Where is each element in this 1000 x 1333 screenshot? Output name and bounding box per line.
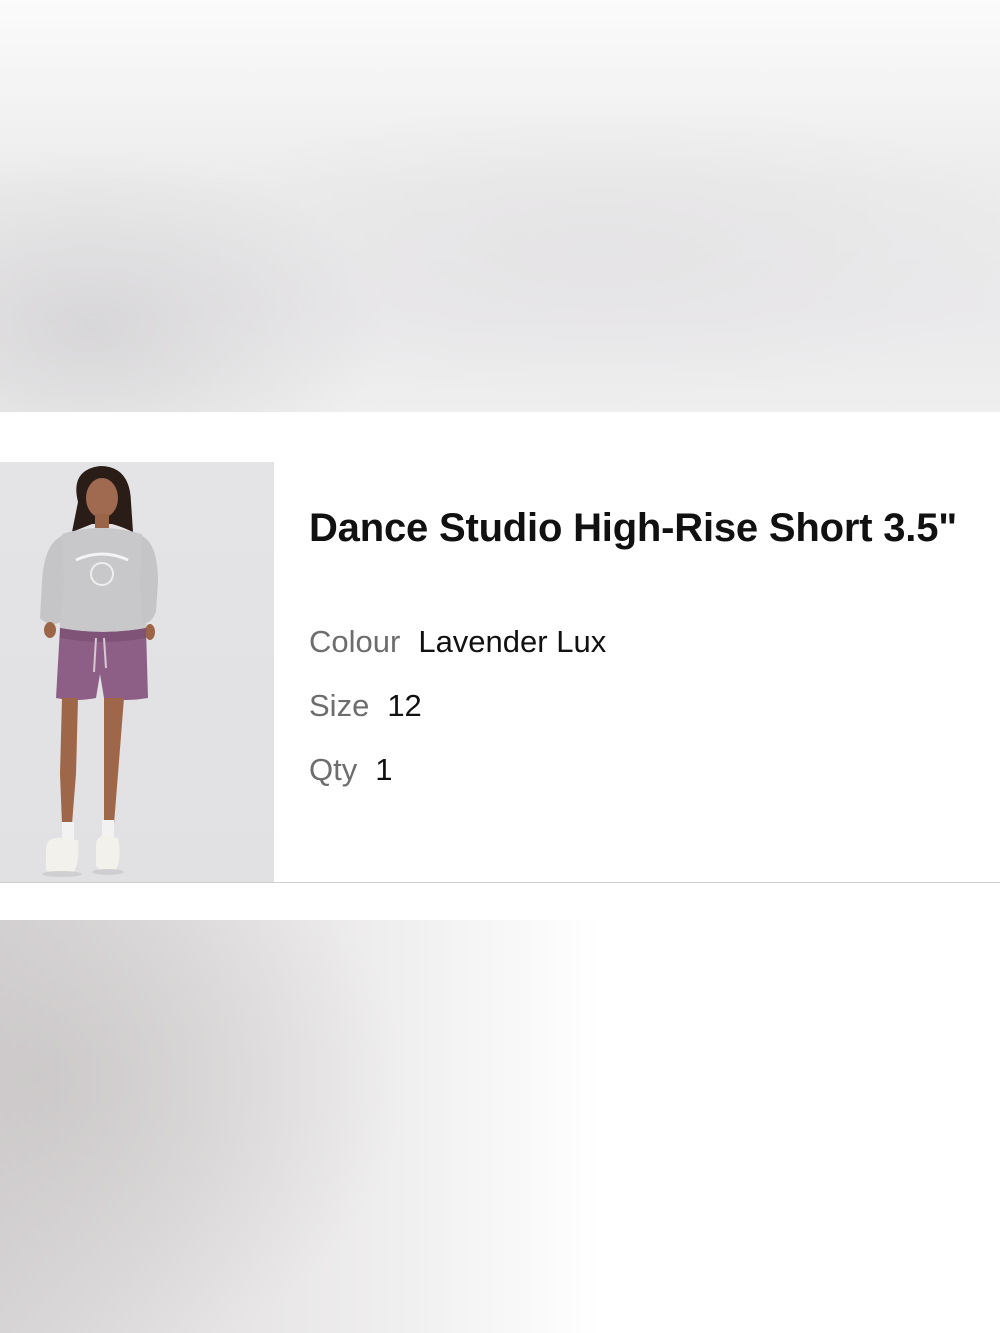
item-divider <box>0 882 1000 883</box>
product-title[interactable]: Dance Studio High-Rise Short 3.5" <box>309 506 999 551</box>
blurred-background-bottom <box>0 920 1000 1333</box>
attribute-size: Size 12 <box>309 688 422 724</box>
attribute-value: 1 <box>375 752 393 787</box>
blurred-background-top <box>0 0 1000 412</box>
attribute-qty: Qty 1 <box>309 752 392 788</box>
product-image[interactable] <box>0 462 274 882</box>
attribute-label: Colour <box>309 624 401 659</box>
attribute-label: Qty <box>309 752 358 787</box>
attribute-value: Lavender Lux <box>418 624 607 659</box>
attribute-label: Size <box>309 688 370 723</box>
attribute-colour: Colour Lavender Lux <box>309 624 606 660</box>
cart-item-card[interactable]: Dance Studio High-Rise Short 3.5" Colour… <box>0 462 1000 882</box>
attribute-value: 12 <box>387 688 422 723</box>
model-illustration <box>40 466 158 877</box>
